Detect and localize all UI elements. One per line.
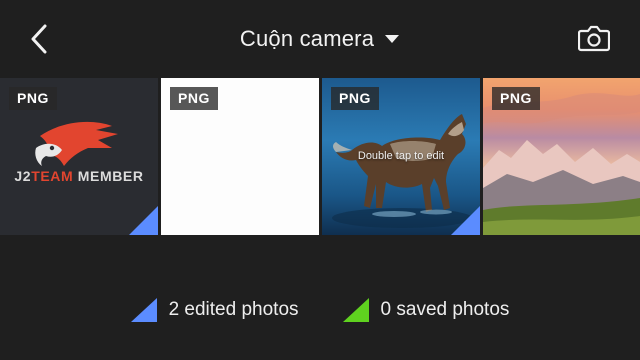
caret-down-icon xyxy=(385,35,400,43)
edited-legend: 2 edited photos xyxy=(130,298,299,322)
saved-count-label: 0 saved photos xyxy=(380,299,510,320)
saved-legend: 0 saved photos xyxy=(342,298,510,322)
brand-accent: TEAM xyxy=(31,168,74,184)
edited-triangle-icon xyxy=(130,298,157,322)
camera-icon xyxy=(578,25,610,52)
top-bar: Cuộn camera xyxy=(0,0,640,78)
photo-thumbnail[interactable]: PNG xyxy=(161,78,319,235)
edited-count-label: 2 edited photos xyxy=(168,299,299,320)
album-title: Cuộn camera xyxy=(239,26,375,51)
edit-hint: Double tap to edit xyxy=(357,150,445,162)
png-badge: PNG xyxy=(331,87,379,110)
photo-legend: 2 edited photos 0 saved photos xyxy=(0,290,640,330)
photo-thumbnail[interactable]: J2TEAM MEMBER PNG xyxy=(0,78,158,235)
saved-triangle-icon xyxy=(342,298,369,322)
camera-button[interactable] xyxy=(576,20,612,56)
edited-marker xyxy=(451,206,480,235)
png-badge: PNG xyxy=(492,87,540,110)
album-selector[interactable]: Cuộn camera xyxy=(0,22,640,56)
brand-prefix: J2 xyxy=(14,168,32,184)
photo-thumbnail[interactable]: Double tap to edit PNG xyxy=(322,78,480,235)
brand-text: J2TEAM MEMBER xyxy=(0,168,158,184)
png-badge: PNG xyxy=(170,87,218,110)
png-badge: PNG xyxy=(9,87,57,110)
edited-marker xyxy=(129,206,158,235)
brand-suffix: MEMBER xyxy=(73,168,144,184)
photo-strip: J2TEAM MEMBER PNG PNG Double tap to edit… xyxy=(0,78,640,235)
photo-thumbnail[interactable]: PNG xyxy=(483,78,640,235)
